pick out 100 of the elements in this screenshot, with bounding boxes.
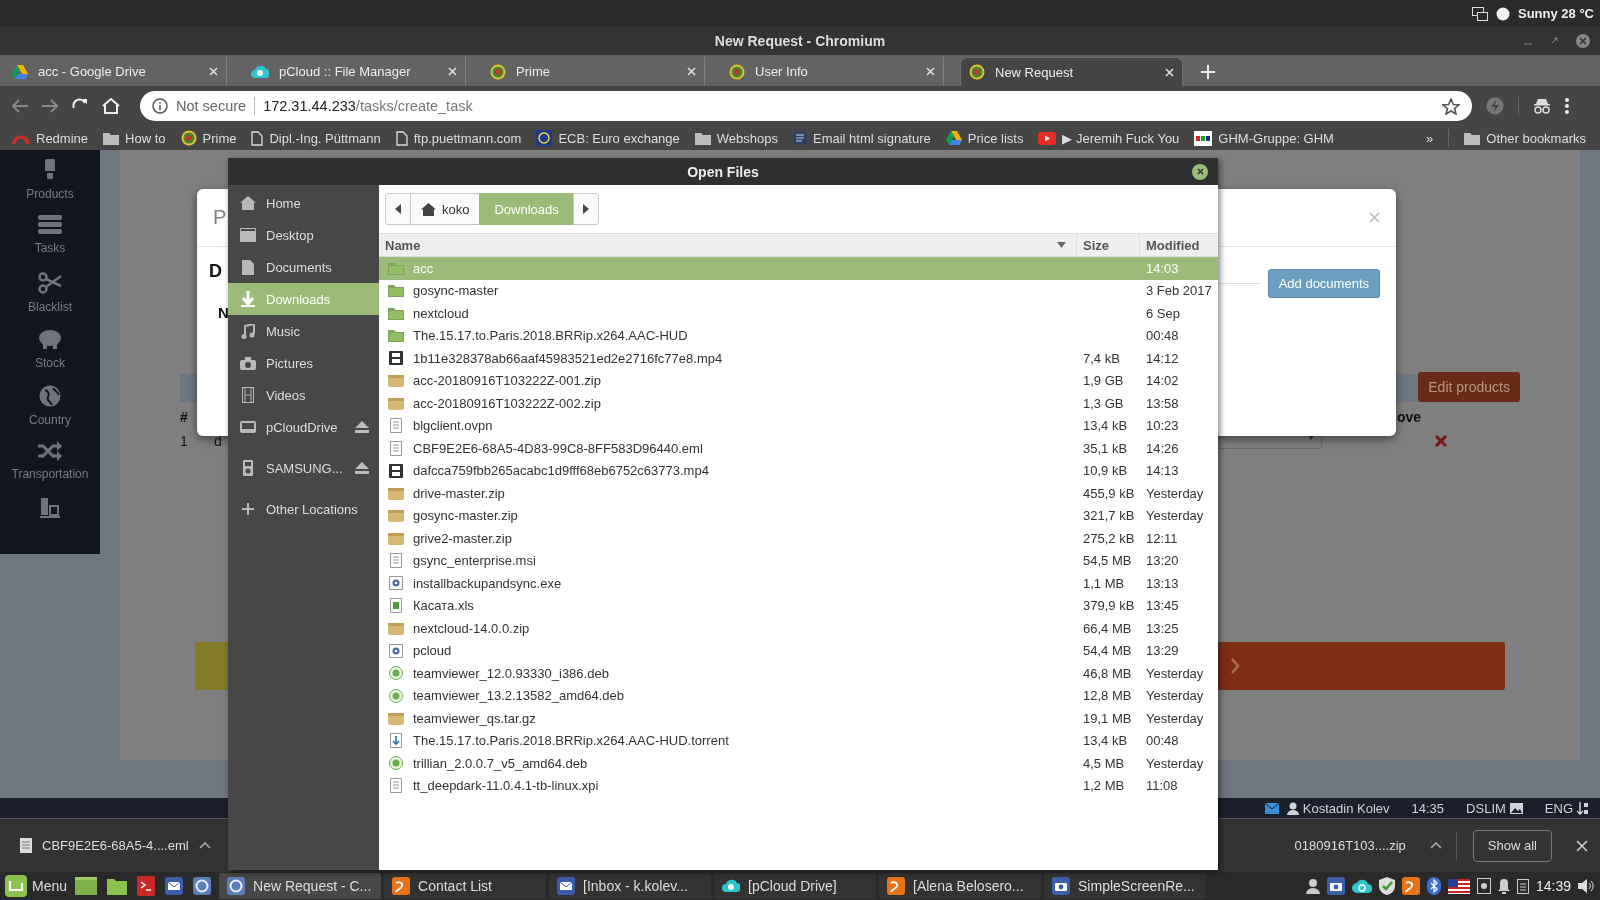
file-modified: 12:11	[1146, 530, 1178, 546]
file-modified: 11:08	[1146, 778, 1178, 794]
places-item[interactable]: Documents	[228, 251, 379, 283]
show-all-button[interactable]: Show all	[1472, 829, 1552, 862]
file-name: nextcloud	[413, 305, 469, 321]
taskbar-window[interactable]: [pCloud Drive]	[714, 873, 877, 899]
file-size: 35,1 kB	[1083, 440, 1128, 456]
file-row[interactable]: 1b11e328378ab66aaf45983521ed2e2716fc77e8.mp4 7,4 kB 14:12	[379, 347, 1218, 370]
nav-item[interactable]: Products	[26, 187, 74, 201]
places-item[interactable]: SAMSUNG...	[228, 452, 379, 484]
file-row[interactable]: nextcloud 6 Sep	[379, 302, 1218, 325]
column-header: ove	[1397, 409, 1422, 425]
file-row[interactable]: tt_deepdark-11.0.4.1-tb-linux.xpi 1,2 MB 11:08	[379, 774, 1218, 797]
file-row[interactable]: dafcca759fbb265acabc1d9fff68eb6752c63773.mp4 10,9 kB 14:13	[379, 459, 1218, 482]
bookmark[interactable]: Redmine	[36, 130, 89, 146]
download-item[interactable]: CBF9E2E6-68A5-4....eml	[42, 838, 189, 853]
column-header[interactable]: Modified	[1146, 237, 1200, 253]
file-size: 1,9 GB	[1083, 373, 1124, 389]
file-row[interactable]: drive-master.zip 455,9 kB Yesterday	[379, 482, 1218, 505]
address-bar[interactable]: Not secure 172.31.44.233/tasks/create_task	[140, 91, 1472, 121]
file-row[interactable]: teamviewer_12.0.93330_i386.deb 46,8 MB Yesterday	[379, 662, 1218, 685]
language-text: ENG	[1544, 800, 1573, 816]
file-name: dafcca759fbb265acabc1d9fff68eb6752c63773.mp4	[413, 463, 709, 479]
nav-item[interactable]: Transportation	[11, 467, 89, 482]
file-row[interactable]: gosync-master 3 Feb 2017	[379, 279, 1218, 302]
file-row[interactable]: CBF9E2E6-68A5-4D83-99C8-8FF583D96440.eml 35,1 kB 14:26	[379, 437, 1218, 460]
file-name: gosync-master.zip	[413, 508, 518, 524]
taskbar-window[interactable]: New Request - C...	[219, 873, 382, 899]
nav-item[interactable]: Blacklist	[28, 299, 72, 314]
file-size: 12,8 MB	[1083, 688, 1132, 704]
taskbar-window[interactable]: [Alena Belosero...	[879, 873, 1042, 899]
security-label: Not secure	[176, 98, 247, 114]
file-modified: 13:20	[1146, 553, 1179, 569]
path-button[interactable]: koko	[410, 193, 481, 225]
file-row[interactable]: nextcloud-14.0.0.zip 66,4 MB 13:25	[379, 617, 1218, 640]
bookmark[interactable]: Prime	[202, 130, 237, 146]
nav-item[interactable]: Country	[29, 412, 71, 427]
places-item[interactable]: Music	[228, 315, 379, 347]
file-modified: Yesterday	[1146, 485, 1204, 501]
bookmark[interactable]: Price lists	[967, 130, 1024, 146]
nav-item[interactable]: Tasks	[34, 241, 66, 256]
bookmark[interactable]: Email html signature	[813, 130, 931, 146]
file-row[interactable]: acc-20180916T103222Z-002.zip 1,3 GB 13:58	[379, 392, 1218, 415]
bookmark[interactable]: ftp.puettmann.com	[413, 130, 522, 146]
file-size: 13,4 kB	[1083, 418, 1128, 434]
bookmark[interactable]: ▶ Jeremih Fuck You	[1062, 130, 1180, 146]
browser-tab[interactable]: New Request	[960, 57, 1183, 86]
file-size: 455,9 kB	[1083, 485, 1135, 501]
other-bookmarks[interactable]: Other bookmarks	[1486, 130, 1586, 146]
file-row[interactable]: gsync_enterprise.msi 54,5 MB 13:20	[379, 549, 1218, 572]
taskbar-window[interactable]: [Inbox - k.kolev...	[549, 873, 712, 899]
file-name: acc	[413, 260, 434, 276]
file-modified: 14:02	[1146, 373, 1179, 389]
field-label: N	[218, 304, 229, 321]
column-header[interactable]: Size	[1083, 237, 1109, 253]
file-modified: Yesterday	[1146, 665, 1204, 681]
file-row[interactable]: The.15.17.to.Paris.2018.BRRip.x264.AAC-HUD.torrent 13,4 kB 00:48	[379, 729, 1218, 752]
taskbar-window[interactable]: SimpleScreenRe...	[1044, 873, 1207, 899]
nav-item[interactable]: Stock	[35, 356, 65, 371]
file-row[interactable]: blgclient.ovpn 13,4 kB 10:23	[379, 414, 1218, 437]
bookmark[interactable]: Dipl.-Ing. Püttmann	[269, 130, 381, 146]
column-header[interactable]: Name	[385, 237, 421, 253]
bookmark[interactable]: Webshops	[716, 130, 778, 146]
places-item[interactable]: Other Locations	[228, 493, 379, 525]
file-row[interactable]: The.15.17.to.Paris.2018.BRRip.x264.AAC-HUD 00:48	[379, 324, 1218, 347]
file-name: The.15.17.to.Paris.2018.BRRip.x264.AAC-HUD	[413, 328, 688, 344]
places-item[interactable]: Videos	[228, 379, 379, 411]
file-name: trillian_2.0.0.7_v5_amd64.deb	[413, 755, 588, 771]
bookmark[interactable]: ECB: Euro exchange	[558, 130, 680, 146]
file-modified: 14:03	[1146, 260, 1179, 276]
bookmark[interactable]: GHM-Gruppe: GHM	[1218, 130, 1334, 146]
places-item[interactable]: Pictures	[228, 347, 379, 379]
file-modified: 14:26	[1146, 440, 1179, 456]
user-name: Kostadin Kolev	[1302, 800, 1390, 816]
taskbar-window[interactable]: Contact List	[384, 873, 547, 899]
edit-products-button[interactable]: Edit products	[1418, 372, 1520, 402]
menu-button[interactable]: Menu	[32, 878, 68, 894]
file-row[interactable]: teamviewer_qs.tar.gz 19,1 MB Yesterday	[379, 707, 1218, 730]
more-bookmarks-button[interactable]: »	[1426, 130, 1434, 146]
file-size: 1,3 GB	[1083, 395, 1124, 411]
places-item[interactable]: Home	[228, 187, 379, 219]
file-row[interactable]: pcloud 54,4 MB 13:29	[379, 639, 1218, 662]
file-row[interactable]: installbackupandsync.exe 1,1 MB 13:13	[379, 572, 1218, 595]
file-row[interactable]: acc-20180916T103222Z-001.zip 1,9 GB 14:02	[379, 369, 1218, 392]
file-size: 4,5 MB	[1083, 755, 1125, 771]
tab-title: New Request	[995, 64, 1075, 80]
file-name: Касата.xls	[413, 598, 474, 614]
download-item[interactable]: 0180916T103....zip	[1294, 838, 1406, 853]
file-modified: Yesterday	[1146, 508, 1204, 524]
bookmark[interactable]: How to	[125, 130, 166, 146]
file-row[interactable]: trillian_2.0.0.7_v5_amd64.deb 4,5 MB Yesterday	[379, 752, 1218, 775]
places-item[interactable]: Desktop	[228, 219, 379, 251]
places-item[interactable]: pCloudDrive	[228, 411, 379, 443]
file-name: gsync_enterprise.msi	[413, 553, 536, 569]
file-row[interactable]: grive2-master.zip 275,2 kB 12:11	[379, 527, 1218, 550]
file-row[interactable]: teamviewer_13.2.13582_amd64.deb 12,8 MB Yesterday	[379, 684, 1218, 707]
file-row[interactable]: Касата.xls 379,9 kB 13:45	[379, 594, 1218, 617]
file-name: The.15.17.to.Paris.2018.BRRip.x264.AAC-HUD.torrent	[413, 733, 729, 749]
file-row[interactable]: gosync-master.zip 321,7 kB Yesterday	[379, 504, 1218, 527]
file-size: 379,9 kB	[1083, 598, 1135, 614]
